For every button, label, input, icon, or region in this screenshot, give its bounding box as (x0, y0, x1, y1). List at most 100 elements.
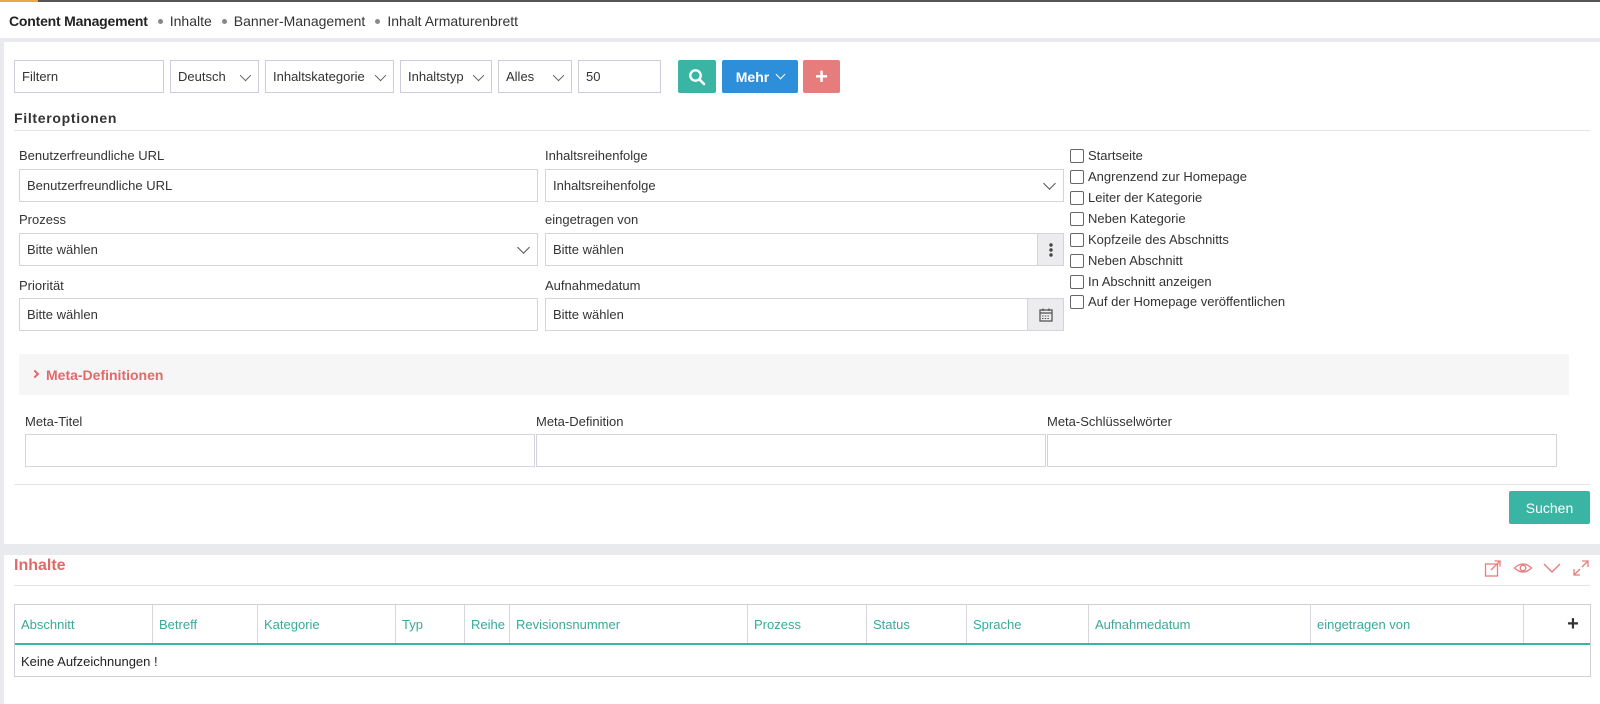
checkbox-label: Neben Abschnitt (1088, 253, 1183, 268)
category-select-value: Inhaltskategorie (273, 69, 365, 84)
column-aufnahmedatum[interactable]: Aufnahmedatum (1089, 605, 1311, 643)
checkbox-box[interactable] (1070, 169, 1084, 184)
meta-keywords-input[interactable] (1047, 434, 1557, 467)
calendar-icon (1038, 308, 1053, 322)
type-select-value: Inhaltstyp (408, 69, 464, 84)
checkbox-beside-category[interactable]: Neben Kategorie (1070, 211, 1186, 226)
record-date-value: Bitte wählen (553, 307, 624, 322)
checkbox-label: Angrenzend zur Homepage (1088, 169, 1247, 184)
checkbox-section-header[interactable]: Kopfzeile des Abschnitts (1070, 232, 1229, 247)
table-header: Abschnitt Betreff Kategorie Typ Reihe Re… (15, 605, 1590, 645)
export-icon[interactable] (1483, 558, 1503, 578)
chevron-down-icon (552, 69, 565, 82)
checkbox-label: Leiter der Kategorie (1088, 190, 1203, 205)
breadcrumb-item-banner[interactable]: Banner-Management (234, 13, 366, 29)
page-size-value: 50 (586, 69, 601, 84)
filter-input[interactable]: Filtern (14, 60, 164, 93)
chevron-down-icon (1043, 177, 1056, 190)
entered-by-options-button[interactable] (1037, 233, 1064, 266)
meta-definitions-title: Meta-Definitionen (46, 367, 164, 383)
top-accent (0, 0, 38, 2)
page-size-input[interactable]: 50 (578, 60, 661, 93)
column-status[interactable]: Status (867, 605, 967, 643)
column-prozess[interactable]: Prozess (748, 605, 867, 643)
breadcrumb-item-inhalte[interactable]: Inhalte (170, 13, 212, 29)
entered-by-value: Bitte wählen (553, 242, 624, 257)
category-select[interactable]: Inhaltskategorie (265, 60, 394, 93)
content-order-select[interactable]: Inhaltsreihenfolge (545, 169, 1064, 202)
process-label: Prozess (19, 212, 66, 227)
column-eingetragen-von[interactable]: eingetragen von (1311, 605, 1524, 643)
checkbox-label: In Abschnitt anzeigen (1088, 274, 1212, 289)
checkbox-box[interactable] (1070, 253, 1084, 268)
breadcrumb-separator (375, 18, 381, 24)
breadcrumb: Content Management Inhalte Banner-Manage… (9, 13, 518, 29)
breadcrumb-item-dashboard[interactable]: Inhalt Armaturenbrett (387, 13, 518, 29)
divider (14, 585, 1590, 586)
checkbox-box[interactable] (1070, 232, 1084, 247)
priority-label: Priorität (19, 278, 64, 293)
content-order-value: Inhaltsreihenfolge (553, 178, 656, 193)
checkbox-box[interactable] (1070, 274, 1084, 289)
calendar-button[interactable] (1027, 298, 1064, 331)
divider (14, 484, 1590, 485)
checkbox-label: Auf der Homepage veröffentlichen (1088, 294, 1286, 309)
column-kategorie[interactable]: Kategorie (258, 605, 396, 643)
checkbox-box[interactable] (1070, 294, 1084, 309)
checkbox-adjacent-homepage[interactable]: Angrenzend zur Homepage (1070, 169, 1247, 184)
checkbox-publish-homepage[interactable]: Auf der Homepage veröffentlichen (1070, 294, 1285, 309)
checkbox-label: Neben Kategorie (1088, 211, 1186, 226)
checkbox-startseite[interactable]: Startseite (1070, 148, 1143, 163)
scope-select-value: Alles (506, 69, 535, 84)
collapse-icon[interactable] (1542, 558, 1562, 578)
column-typ[interactable]: Typ (396, 605, 465, 643)
contents-table: Abschnitt Betreff Kategorie Typ Reihe Re… (14, 604, 1591, 677)
column-abschnitt[interactable]: Abschnitt (15, 605, 153, 643)
eye-icon[interactable] (1513, 558, 1533, 578)
process-select[interactable]: Bitte wählen (19, 233, 538, 266)
meta-title-label: Meta-Titel (25, 414, 83, 429)
add-button[interactable]: + (803, 60, 840, 93)
filter-options-title: Filteroptionen (14, 110, 118, 126)
checkbox-show-in-section[interactable]: In Abschnitt anzeigen (1070, 274, 1212, 289)
search-icon (689, 68, 706, 85)
add-icon: + (815, 63, 828, 89)
friendly-url-input[interactable]: Benutzerfreundliche URL (19, 169, 538, 202)
column-betreff[interactable]: Betreff (153, 605, 258, 643)
meta-definition-label: Meta-Definition (536, 414, 624, 429)
expand-icon[interactable] (1571, 558, 1591, 578)
search-button[interactable] (678, 60, 716, 93)
checkbox-beside-section[interactable]: Neben Abschnitt (1070, 253, 1183, 268)
checkbox-label: Startseite (1088, 148, 1143, 163)
checkbox-box[interactable] (1070, 148, 1084, 163)
column-revisionsnummer[interactable]: Revisionsnummer (510, 605, 748, 643)
breadcrumb-root[interactable]: Content Management (9, 13, 148, 29)
chevron-down-icon (775, 69, 786, 80)
entered-by-input[interactable]: Bitte wählen (545, 233, 1064, 266)
more-button[interactable]: Mehr (722, 60, 798, 93)
language-select[interactable]: Deutsch (170, 60, 259, 93)
record-date-input[interactable]: Bitte wählen (545, 298, 1064, 331)
add-column-button[interactable]: + (1556, 605, 1590, 643)
checkbox-box[interactable] (1070, 211, 1084, 226)
meta-title-input[interactable] (25, 434, 535, 467)
meta-definitions-toggle[interactable]: Meta-Definitionen (19, 354, 1569, 395)
entered-by-label: eingetragen von (545, 212, 639, 227)
submit-search-button[interactable]: Suchen (1509, 491, 1590, 524)
breadcrumb-separator (221, 18, 227, 24)
column-reihe[interactable]: Reihe (465, 605, 510, 643)
content-order-label: Inhaltsreihenfolge (545, 148, 648, 163)
top-bar: Content Management Inhalte Banner-Manage… (0, 0, 1600, 38)
chevron-down-icon (239, 69, 252, 82)
scope-select[interactable]: Alles (498, 60, 572, 93)
more-vertical-icon (1048, 242, 1053, 257)
type-select[interactable]: Inhaltstyp (400, 60, 492, 93)
meta-definition-input[interactable] (536, 434, 1046, 467)
checkbox-box[interactable] (1070, 190, 1084, 205)
priority-input-value: Bitte wählen (27, 307, 98, 322)
priority-input[interactable]: Bitte wählen (19, 298, 538, 331)
chevron-right-icon (30, 369, 40, 379)
checkbox-label: Kopfzeile des Abschnitts (1088, 232, 1229, 247)
column-sprache[interactable]: Sprache (967, 605, 1089, 643)
checkbox-category-lead[interactable]: Leiter der Kategorie (1070, 190, 1202, 205)
